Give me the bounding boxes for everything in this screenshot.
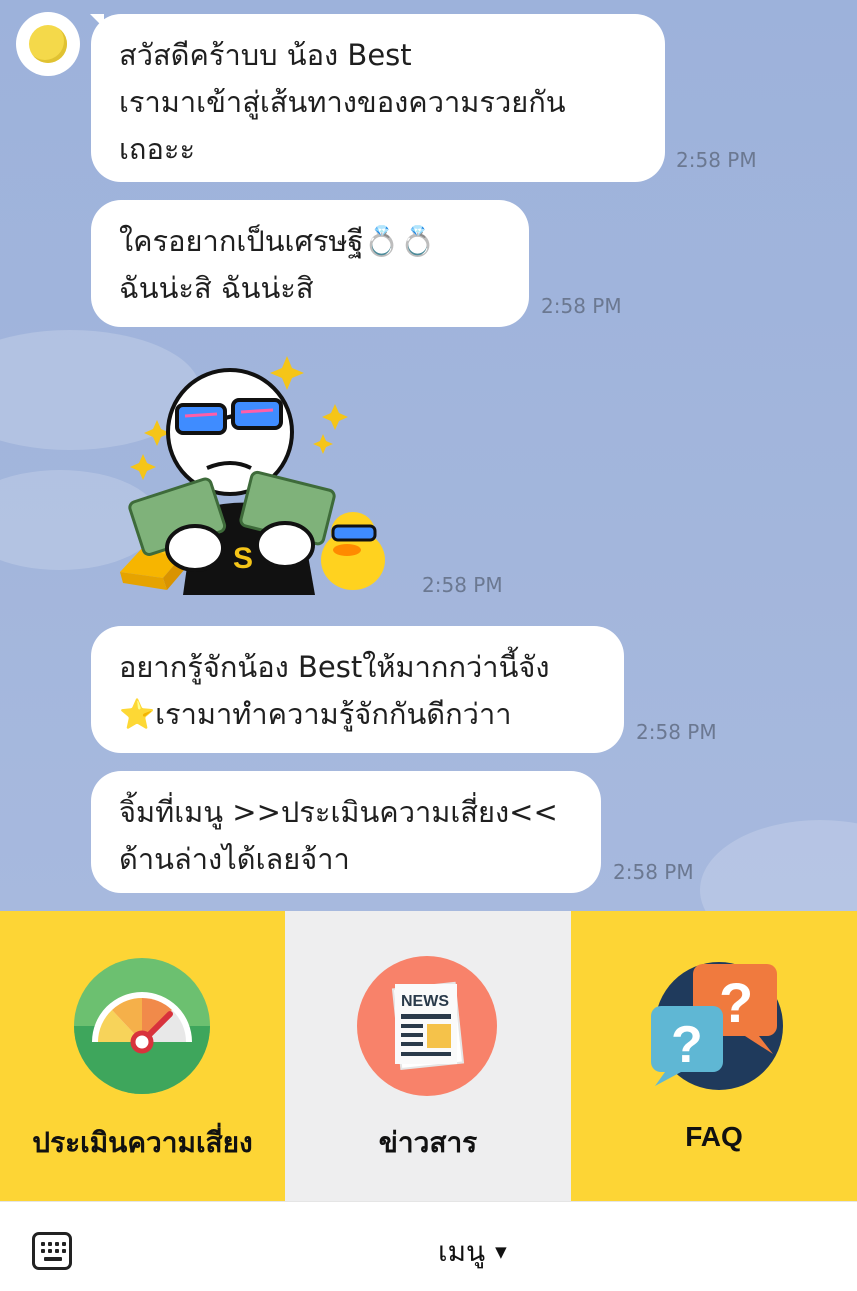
keyboard-icon[interactable]	[32, 1232, 72, 1270]
svg-text:?: ?	[719, 971, 753, 1034]
message-time: 2:58 PM	[613, 860, 694, 884]
message-bubble[interactable]: สวัสดีคร้าบบ น้อง Best เรามาเข้าสู่เส้นท…	[91, 14, 665, 182]
bot-avatar[interactable]	[16, 12, 80, 76]
message-time: 2:58 PM	[636, 720, 717, 744]
news-icon: NEWS	[357, 956, 497, 1096]
message-bubble[interactable]: อยากรู้จักน้อง Bestให้มากกว่านี้จัง ⭐เรา…	[91, 626, 624, 753]
caret-down-icon: ▼	[495, 1243, 507, 1261]
message-text: ใครอยากเป็นเศรษฐี💍💍	[119, 224, 436, 258]
menu-item-risk-assessment[interactable]: ประเมินความเสี่ยง	[0, 911, 285, 1201]
menu-toggle-button[interactable]: เมนู ▼	[438, 1230, 507, 1274]
menu-item-label: ประเมินความเสี่ยง	[32, 1127, 253, 1158]
smiley-icon	[29, 25, 67, 63]
message-bubble[interactable]: จิ้มที่เมนู >>ประเมินความเสี่ยง<< ด้านล่…	[91, 771, 601, 893]
message-text: ด้านล่างได้เลยจ้าา	[119, 842, 350, 876]
message-time: 2:58 PM	[541, 294, 622, 318]
svg-text:?: ?	[671, 1016, 703, 1074]
message-text: อยากรู้จักน้อง Bestให้มากกว่านี้จัง	[119, 650, 550, 684]
message-text: ⭐เรามาทำความรู้จักกันดีกว่าา	[119, 697, 512, 731]
message-text: เรามาเข้าสู่เส้นทางของความรวยกัน	[119, 85, 566, 119]
message-text: จิ้มที่เมนู >>ประเมินความเสี่ยง<<	[119, 795, 558, 829]
message-text: ฉันน่ะสิ ฉันน่ะสิ	[119, 271, 314, 305]
rich-menu: ประเมินความเสี่ยง NEWS ข่าวสาร ? ? FAQ	[0, 911, 857, 1201]
svg-text:S: S	[233, 542, 253, 575]
menu-item-label: FAQ	[685, 1121, 743, 1152]
message-text: สวัสดีคร้าบบ น้อง Best	[119, 38, 412, 72]
menu-item-label: ข่าวสาร	[378, 1127, 478, 1158]
menu-toggle-label: เมนู	[438, 1235, 486, 1268]
menu-item-faq[interactable]: ? ? FAQ	[571, 911, 857, 1201]
message-time: 2:58 PM	[422, 573, 503, 597]
news-icon-text: NEWS	[401, 993, 449, 1010]
gauge-icon	[72, 956, 212, 1096]
message-bubble[interactable]: ใครอยากเป็นเศรษฐี💍💍 ฉันน่ะสิ ฉันน่ะสิ	[91, 200, 529, 327]
question-icon: ? ?	[649, 956, 789, 1096]
rich-character-sticker[interactable]: S	[115, 350, 395, 600]
chat-area[interactable]: สวัสดีคร้าบบ น้อง Best เรามาเข้าสู่เส้นท…	[0, 0, 857, 911]
message-time: 2:58 PM	[676, 148, 757, 172]
bottom-bar: เมนู ▼	[0, 1201, 857, 1291]
message-text: เถอะะ	[119, 132, 196, 166]
menu-item-news[interactable]: NEWS ข่าวสาร	[285, 911, 571, 1201]
